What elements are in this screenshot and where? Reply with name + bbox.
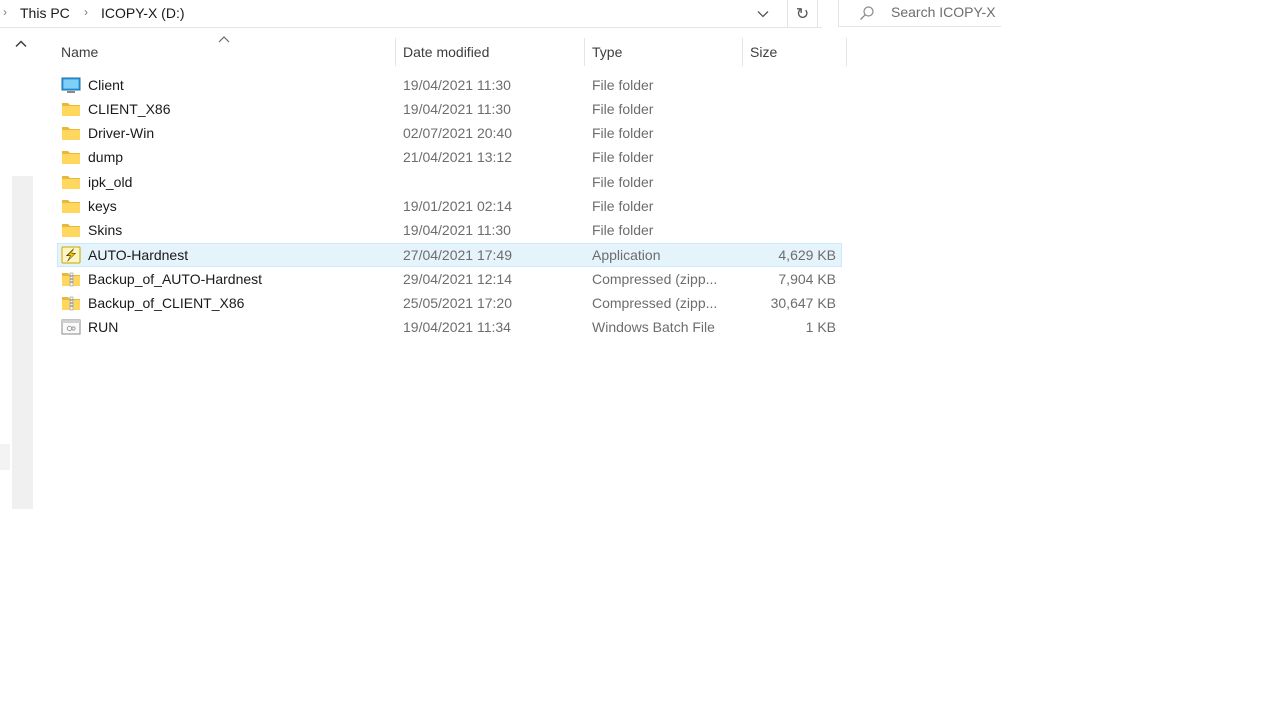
file-type: Compressed (zipp... [592,295,718,311]
file-size: 1 KB [805,319,836,335]
search-box[interactable] [838,0,1001,27]
folder-icon [62,176,80,189]
breadcrumb-separator-icon[interactable]: › [3,5,7,19]
file-row[interactable]: RUN 19/04/2021 11:34 Windows Batch File … [57,315,842,339]
search-input[interactable] [891,4,999,20]
address-history-button[interactable] [750,0,776,27]
folder-icon [62,127,80,140]
file-date: 19/04/2021 11:30 [403,101,511,117]
column-header-date[interactable]: Date modified [396,30,584,75]
pane-resize-handle[interactable] [0,444,10,470]
column-header-type-label: Type [592,44,623,60]
file-type: File folder [592,77,654,93]
desktop-folder-icon [61,77,81,93]
file-name: Driver-Win [88,125,155,141]
file-date: 19/04/2021 11:34 [403,319,511,335]
search-icon [860,6,874,20]
refresh-button[interactable]: ↻ [787,0,818,27]
file-date: 29/04/2021 12:14 [403,271,512,287]
scroll-up-arrow-icon[interactable] [15,40,27,48]
navigation-scrollbar[interactable] [12,176,33,509]
batch-file-icon [61,319,81,335]
file-name: AUTO-Hardnest [88,247,189,263]
file-type: File folder [592,198,654,214]
zip-folder-icon [62,272,80,287]
column-header-size[interactable]: Size [743,30,846,75]
file-size: 30,647 KB [770,295,836,311]
chevron-down-icon [757,10,769,17]
file-row[interactable]: CLIENT_X86 19/04/2021 11:30 File folder [57,97,842,121]
file-date: 21/04/2021 13:12 [403,149,512,165]
file-row[interactable]: ipk_old File folder [57,170,842,194]
file-name: Backup_of_CLIENT_X86 [88,295,245,311]
column-separator[interactable] [846,38,847,66]
breadcrumb-drive[interactable]: ICOPY-X (D:) [101,5,185,21]
file-type: File folder [592,125,654,141]
file-name: keys [88,198,117,214]
file-size: 7,904 KB [778,271,836,287]
breadcrumb-separator-icon[interactable]: › [84,5,88,19]
address-bar: › This PC › ICOPY-X (D:) ↻ [0,0,822,28]
application-icon [61,246,81,264]
file-name: ipk_old [88,174,133,190]
file-date: 19/01/2021 02:14 [403,198,512,214]
file-name: Backup_of_AUTO-Hardnest [88,271,263,287]
file-type: Compressed (zipp... [592,271,718,287]
file-type: File folder [592,174,654,190]
file-date: 02/07/2021 20:40 [403,125,512,141]
file-row[interactable]: Driver-Win 02/07/2021 20:40 File folder [57,121,842,145]
file-name: RUN [88,319,119,335]
file-type: File folder [592,101,654,117]
file-name: dump [88,149,124,165]
breadcrumb-this-pc[interactable]: This PC [20,5,70,21]
file-row[interactable]: keys 19/01/2021 02:14 File folder [57,194,842,218]
file-name: Client [88,77,124,93]
file-row[interactable]: Backup_of_AUTO-Hardnest 29/04/2021 12:14… [57,267,842,291]
folder-icon [62,200,80,213]
column-header-date-label: Date modified [403,44,490,60]
file-row-selected[interactable]: AUTO-Hardnest 27/04/2021 17:49 Applicati… [57,243,842,267]
file-date: 25/05/2021 17:20 [403,295,512,311]
file-name: Skins [88,222,123,238]
file-row[interactable]: Client 19/04/2021 11:30 File folder [57,73,842,97]
zip-folder-icon [62,296,80,311]
navigation-pane [0,28,33,509]
file-type: File folder [592,222,654,238]
folder-icon [62,151,80,164]
folder-icon [62,103,80,116]
file-date: 19/04/2021 11:30 [403,77,511,93]
column-header-size-label: Size [750,44,778,60]
file-row[interactable]: Backup_of_CLIENT_X86 25/05/2021 17:20 Co… [57,291,842,315]
sort-ascending-icon [218,36,230,43]
file-name: CLIENT_X86 [88,101,171,117]
refresh-icon: ↻ [795,5,810,23]
file-type: Application [592,247,661,263]
column-header-type[interactable]: Type [585,30,742,75]
file-type: Windows Batch File [592,319,715,335]
folder-icon [62,224,80,237]
file-date: 19/04/2021 11:30 [403,222,511,238]
column-header-name-label: Name [61,44,99,60]
file-type: File folder [592,149,654,165]
file-row[interactable]: dump 21/04/2021 13:12 File folder [57,145,842,169]
file-size: 4,629 KB [778,247,836,263]
file-date: 27/04/2021 17:49 [403,247,512,263]
file-row[interactable]: Skins 19/04/2021 11:30 File folder [57,218,842,242]
